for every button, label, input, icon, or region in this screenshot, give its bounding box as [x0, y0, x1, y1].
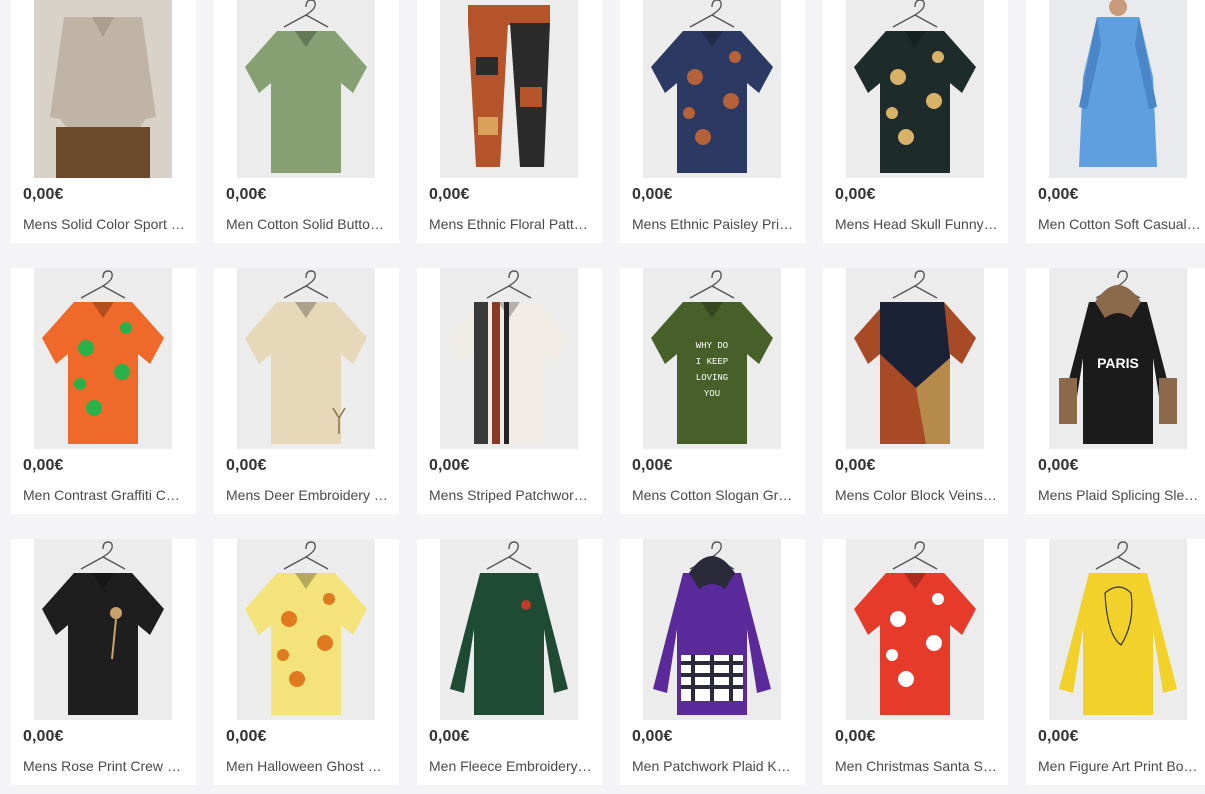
halloween-shirt-image — [245, 541, 367, 715]
product-title[interactable]: Men Figure Art Print Bodysuit — [1038, 758, 1202, 774]
blue-robe-image — [1049, 0, 1187, 178]
svg-text:LOVING: LOVING — [696, 373, 728, 383]
product-price: 0,00€ — [632, 728, 673, 745]
product-image[interactable] — [34, 539, 172, 720]
product-image[interactable] — [1049, 539, 1187, 720]
product-price: 0,00€ — [835, 728, 876, 745]
product-title[interactable]: Men Patchwork Plaid Kangaroo Hoodie — [632, 758, 796, 774]
solid-polo-shirt-image — [34, 0, 172, 178]
product-card[interactable]: 0,00€ Men Patchwork Plaid Kangaroo Hoodie — [620, 539, 805, 785]
svg-text:I KEEP: I KEEP — [696, 357, 728, 367]
product-title[interactable]: Men Fleece Embroidery Sweatshirt — [429, 758, 593, 774]
product-price: 0,00€ — [632, 457, 673, 474]
product-title[interactable]: Men Contrast Graffiti Color Shirt — [23, 487, 187, 503]
product-card[interactable]: 0,00€ Men Fleece Embroidery Sweatshirt — [417, 539, 602, 785]
striped-patchwork-tee-image — [448, 270, 570, 444]
product-image[interactable] — [643, 0, 781, 178]
product-title[interactable]: Mens Deer Embroidery Henley Shirt — [226, 487, 390, 503]
product-price: 0,00€ — [429, 457, 470, 474]
product-image[interactable] — [846, 0, 984, 178]
rose-print-tee-image — [42, 541, 164, 715]
product-title[interactable]: Mens Ethnic Paisley Print Shirt — [632, 216, 796, 232]
product-image[interactable] — [440, 268, 578, 449]
product-card[interactable]: 0,00€ Mens Deer Embroidery Henley Shirt — [214, 268, 399, 514]
product-card[interactable]: WHY DO I KEEP LOVING YOU 0,00€ Mens Cotton… — [620, 268, 805, 514]
product-title[interactable]: Mens Striped Patchwork T-Shirt — [429, 487, 593, 503]
product-card[interactable]: 0,00€ Mens Solid Color Sport Casual Golf … — [11, 0, 196, 243]
product-image[interactable] — [237, 539, 375, 720]
product-price: 0,00€ — [429, 186, 470, 203]
product-image[interactable]: WHY DO I KEEP LOVING YOU — [643, 268, 781, 449]
purple-hoodie-image — [653, 541, 771, 715]
svg-text:WHY DO: WHY DO — [696, 341, 728, 351]
product-title[interactable]: Men Cotton Soft Casual Robe — [1038, 216, 1202, 232]
product-card[interactable]: 0,00€ Mens Ethnic Paisley Print Shirt — [620, 0, 805, 243]
product-title[interactable]: Mens Head Skull Funny Shirt — [835, 216, 999, 232]
color-block-tee-image — [854, 270, 976, 444]
product-title[interactable]: Mens Rose Print Crew Neck T-Shirt — [23, 758, 187, 774]
product-price: 0,00€ — [226, 728, 267, 745]
product-image[interactable] — [846, 539, 984, 720]
product-card[interactable]: 0,00€ Men Contrast Graffiti Color Shirt — [11, 268, 196, 514]
product-price: 0,00€ — [226, 457, 267, 474]
product-price: 0,00€ — [23, 457, 64, 474]
product-image[interactable] — [1049, 0, 1187, 178]
product-title[interactable]: Mens Cotton Slogan Graphic T-Shirt — [632, 487, 796, 503]
beige-deer-shirt-image — [245, 270, 367, 444]
product-image[interactable] — [440, 539, 578, 720]
product-card[interactable]: PARIS 0,00€ Mens Plaid Splicing Sleeve Hoo… — [1026, 268, 1205, 514]
product-title[interactable]: Men Cotton Solid Button Henley Shirt — [226, 216, 390, 232]
product-card[interactable]: 0,00€ Men Figure Art Print Bodysuit — [1026, 539, 1205, 785]
product-card[interactable]: 0,00€ Mens Ethnic Floral Pattern Pants — [417, 0, 602, 243]
product-card[interactable]: 0,00€ Men Cotton Solid Button Henley Shir… — [214, 0, 399, 243]
yellow-sweatshirt-image — [1059, 541, 1177, 715]
product-card[interactable]: 0,00€ Mens Rose Print Crew Neck T-Shirt — [11, 539, 196, 785]
product-title[interactable]: Mens Color Block Veins T-Shirt — [835, 487, 999, 503]
product-card[interactable]: 0,00€ Mens Striped Patchwork T-Shirt — [417, 268, 602, 514]
product-image[interactable] — [34, 268, 172, 449]
product-card[interactable]: 0,00€ Men Christmas Santa Snowflake Shirt — [823, 539, 1008, 785]
green-henley-shirt-image — [245, 0, 367, 173]
svg-text:PARIS: PARIS — [1097, 355, 1139, 371]
product-image[interactable] — [237, 268, 375, 449]
product-price: 0,00€ — [23, 728, 64, 745]
product-price: 0,00€ — [835, 186, 876, 203]
product-price: 0,00€ — [226, 186, 267, 203]
graffiti-shirt-image — [42, 270, 164, 444]
product-price: 0,00€ — [1038, 186, 1079, 203]
product-price: 0,00€ — [429, 728, 470, 745]
product-title[interactable]: Mens Plaid Splicing Sleeve Hoodie — [1038, 487, 1202, 503]
product-price: 0,00€ — [835, 457, 876, 474]
product-price: 0,00€ — [1038, 457, 1079, 474]
product-price: 0,00€ — [1038, 728, 1079, 745]
product-card[interactable]: 0,00€ Men Cotton Soft Casual Robe — [1026, 0, 1205, 243]
product-image[interactable] — [237, 0, 375, 178]
product-image[interactable] — [643, 539, 781, 720]
product-title[interactable]: Men Christmas Santa Snowflake Shirt — [835, 758, 999, 774]
product-image[interactable] — [846, 268, 984, 449]
product-price: 0,00€ — [632, 186, 673, 203]
product-grid: 0,00€ Mens Solid Color Sport Casual Golf … — [0, 0, 1205, 791]
ethnic-pattern-pants-image — [468, 5, 550, 167]
santa-shirt-image — [854, 541, 976, 715]
product-image[interactable] — [34, 0, 172, 178]
product-card[interactable]: 0,00€ Mens Color Block Veins T-Shirt — [823, 268, 1008, 514]
svg-text:YOU: YOU — [704, 389, 720, 399]
product-title[interactable]: Mens Ethnic Floral Pattern Pants — [429, 216, 593, 232]
product-title[interactable]: Mens Solid Color Sport Casual Golf Shirt — [23, 216, 187, 232]
product-card[interactable]: 0,00€ Men Halloween Ghost Print Shirt — [214, 539, 399, 785]
paris-hoodie-image: PARIS — [1059, 270, 1177, 444]
slogan-tee-image: WHY DO I KEEP LOVING YOU — [651, 270, 773, 444]
product-image[interactable]: PARIS — [1049, 268, 1187, 449]
product-image[interactable] — [440, 0, 578, 178]
product-card[interactable]: 0,00€ Mens Head Skull Funny Shirt — [823, 0, 1008, 243]
green-fleece-sweatshirt-image — [450, 541, 568, 715]
product-title[interactable]: Men Halloween Ghost Print Shirt — [226, 758, 390, 774]
product-price: 0,00€ — [23, 186, 64, 203]
paisley-shirt-image — [651, 0, 773, 173]
skull-print-shirt-image — [854, 0, 976, 173]
